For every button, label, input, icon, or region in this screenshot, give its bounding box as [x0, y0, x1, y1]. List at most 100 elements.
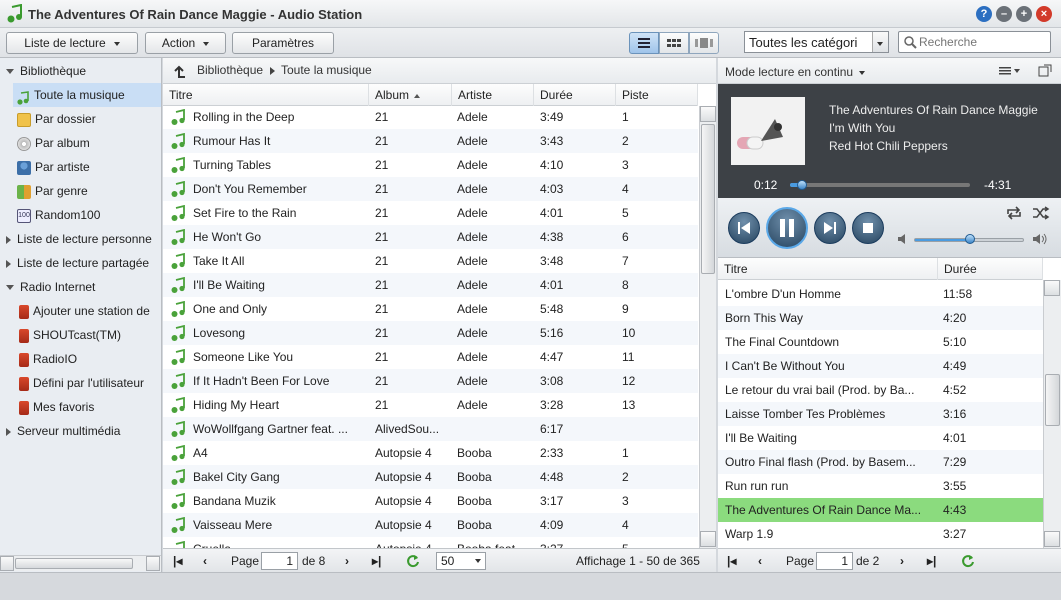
- table-row[interactable]: A4 Autopsie 4 Booba 2:33 1: [163, 441, 698, 465]
- pause-button[interactable]: [766, 207, 808, 249]
- column-header-artist[interactable]: Artiste: [452, 84, 534, 106]
- first-page-icon[interactable]: |◂: [727, 549, 736, 573]
- expand-triangle-icon[interactable]: [6, 235, 11, 244]
- page-size-select[interactable]: 50: [436, 552, 486, 570]
- progress-track[interactable]: [790, 180, 970, 190]
- next-button[interactable]: [814, 212, 846, 244]
- minimize-icon[interactable]: –: [996, 6, 1012, 22]
- page-number-input[interactable]: 1: [261, 552, 298, 570]
- column-header-duration[interactable]: Durée: [534, 84, 616, 106]
- queue-row[interactable]: The Final Countdown 5:10: [718, 330, 1043, 354]
- category-select[interactable]: Toutes les catégori: [744, 31, 889, 53]
- queue-row[interactable]: I'll Be Waiting 4:01: [718, 426, 1043, 450]
- table-row[interactable]: Take It All 21 Adele 3:48 7: [163, 249, 698, 273]
- scroll-left-icon[interactable]: [0, 556, 14, 571]
- scroll-down-icon[interactable]: [1044, 531, 1060, 547]
- first-page-icon[interactable]: |◂: [173, 549, 182, 573]
- action-menu-button[interactable]: Action: [145, 32, 226, 54]
- up-arrow-icon[interactable]: [172, 64, 188, 78]
- close-icon[interactable]: ×: [1036, 6, 1052, 22]
- queue-scrollbar[interactable]: [1043, 280, 1061, 548]
- sidebar-item-artist[interactable]: Par artiste: [0, 155, 161, 179]
- sidebar-item-all-music[interactable]: Toute la musique: [13, 83, 161, 107]
- column-header-album[interactable]: Album: [369, 84, 452, 106]
- scroll-thumb[interactable]: [15, 558, 133, 569]
- chevron-down-icon[interactable]: [872, 32, 888, 52]
- table-row[interactable]: Cruella Autopsie 4 Booba feat... 3:27 5: [163, 537, 698, 548]
- sidebar-item-genre[interactable]: Par genre: [0, 179, 161, 203]
- song-list-scrollbar[interactable]: [699, 106, 716, 548]
- search-input[interactable]: [919, 34, 1047, 50]
- sidebar-item-add-station[interactable]: Ajouter une station de: [0, 299, 161, 323]
- column-header-track[interactable]: Piste: [616, 84, 698, 106]
- queue-row[interactable]: Run run run 3:55: [718, 474, 1043, 498]
- sidebar-item-shoutcast[interactable]: SHOUTcast(TM): [0, 323, 161, 347]
- search-box[interactable]: [898, 31, 1051, 53]
- next-page-icon[interactable]: ›: [900, 549, 904, 573]
- table-row[interactable]: Don't You Remember 21 Adele 4:03 4: [163, 177, 698, 201]
- refresh-icon[interactable]: [961, 554, 975, 568]
- table-row[interactable]: Lovesong 21 Adele 5:16 10: [163, 321, 698, 345]
- breadcrumb-root[interactable]: Bibliothèque: [197, 63, 263, 77]
- last-page-icon[interactable]: ▸|: [927, 549, 936, 573]
- queue-column-title[interactable]: Titre: [718, 258, 938, 280]
- table-row[interactable]: Vaisseau Mere Autopsie 4 Booba 4:09 4: [163, 513, 698, 537]
- sidebar-horizontal-scrollbar[interactable]: [0, 555, 161, 571]
- volume-handle[interactable]: [965, 234, 975, 244]
- expand-triangle-icon[interactable]: [6, 285, 14, 291]
- sidebar-personal-playlist[interactable]: Liste de lecture personne: [0, 227, 161, 251]
- queue-row-playing[interactable]: The Adventures Of Rain Dance Ma... 4:43: [718, 498, 1043, 522]
- queue-menu-icon[interactable]: [999, 65, 1023, 77]
- queue-column-duration[interactable]: Durée: [938, 258, 1043, 280]
- scroll-thumb[interactable]: [701, 124, 715, 274]
- maximize-icon[interactable]: +: [1016, 6, 1032, 22]
- last-page-icon[interactable]: ▸|: [372, 549, 381, 573]
- table-row[interactable]: Rolling in the Deep 21 Adele 3:49 1: [163, 105, 698, 129]
- queue-row[interactable]: Laisse Tomber Tes Problèmes 3:16: [718, 402, 1043, 426]
- stop-button[interactable]: [852, 212, 884, 244]
- volume-mute-icon[interactable]: [897, 233, 909, 245]
- sidebar-internet-radio[interactable]: Radio Internet: [0, 275, 161, 299]
- queue-page-number-input[interactable]: 1: [816, 552, 853, 570]
- popout-icon[interactable]: [1038, 64, 1052, 78]
- scroll-up-icon[interactable]: [1044, 280, 1060, 296]
- shuffle-icon[interactable]: [1032, 206, 1050, 220]
- sidebar-item-user-defined[interactable]: Défini par l'utilisateur: [0, 371, 161, 395]
- refresh-icon[interactable]: [406, 554, 420, 568]
- cover-flow-button[interactable]: [689, 32, 719, 54]
- sidebar-shared-playlist[interactable]: Liste de lecture partagée: [0, 251, 161, 275]
- help-icon[interactable]: ?: [976, 6, 992, 22]
- queue-row[interactable]: Le retour du vrai bail (Prod. by Ba... 4:…: [718, 378, 1043, 402]
- column-header-title[interactable]: Titre: [163, 84, 369, 106]
- table-row[interactable]: Turning Tables 21 Adele 4:10 3: [163, 153, 698, 177]
- queue-row[interactable]: Outro Final flash (Prod. by Basem... 7:29: [718, 450, 1043, 474]
- scroll-down-icon[interactable]: [700, 531, 716, 547]
- expand-triangle-icon[interactable]: [6, 259, 11, 268]
- sidebar-item-random100[interactable]: 100 Random100: [0, 203, 161, 227]
- grid-view-button[interactable]: [659, 32, 689, 54]
- volume-track[interactable]: [914, 234, 1024, 244]
- previous-button[interactable]: [728, 212, 760, 244]
- scroll-right-icon[interactable]: [146, 556, 160, 571]
- table-row[interactable]: WoWollfgang Gartner feat. ... AlivedSou..…: [163, 417, 698, 441]
- sidebar-item-favorites[interactable]: Mes favoris: [0, 395, 161, 419]
- sidebar-library[interactable]: Bibliothèque: [0, 59, 161, 83]
- prev-page-icon[interactable]: ‹: [203, 549, 207, 573]
- queue-row[interactable]: Born This Way 4:20: [718, 306, 1043, 330]
- table-row[interactable]: Rumour Has It 21 Adele 3:43 2: [163, 129, 698, 153]
- table-row[interactable]: He Won't Go 21 Adele 4:38 6: [163, 225, 698, 249]
- table-row[interactable]: If It Hadn't Been For Love 21 Adele 3:08 12: [163, 369, 698, 393]
- expand-triangle-icon[interactable]: [6, 69, 14, 75]
- repeat-icon[interactable]: [1005, 206, 1023, 220]
- sidebar-item-folder[interactable]: Par dossier: [0, 107, 161, 131]
- table-row[interactable]: Bakel City Gang Autopsie 4 Booba 4:48 2: [163, 465, 698, 489]
- scroll-thumb[interactable]: [1045, 374, 1060, 426]
- table-row[interactable]: Set Fire to the Rain 21 Adele 4:01 5: [163, 201, 698, 225]
- next-page-icon[interactable]: ›: [345, 549, 349, 573]
- play-mode-select[interactable]: Mode lecture en continu: [725, 65, 866, 79]
- prev-page-icon[interactable]: ‹: [758, 549, 762, 573]
- table-row[interactable]: Hiding My Heart 21 Adele 3:28 13: [163, 393, 698, 417]
- table-row[interactable]: Bandana Muzik Autopsie 4 Booba 3:17 3: [163, 489, 698, 513]
- table-row[interactable]: One and Only 21 Adele 5:48 9: [163, 297, 698, 321]
- settings-button[interactable]: Paramètres: [232, 32, 334, 54]
